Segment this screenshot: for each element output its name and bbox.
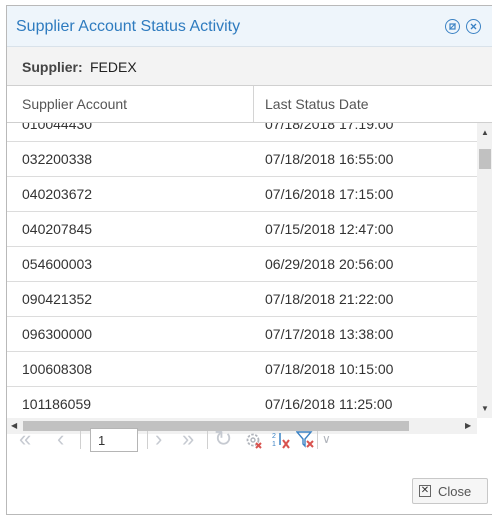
prev-page-icon[interactable]: ‹: [57, 428, 64, 450]
cell-supplier-account: 040203672: [22, 186, 93, 202]
svg-text:2: 2: [272, 433, 276, 440]
grid-body: 010044430 07/18/2018 17:19:00 032200338 …: [7, 123, 477, 418]
cell-last-status-date: 07/16/2018 11:25:00: [265, 396, 393, 412]
close-icon: ✕: [419, 485, 431, 497]
settings-icon[interactable]: [244, 431, 264, 456]
table-row[interactable]: 040203672 07/16/2018 17:15:00: [7, 177, 477, 212]
page-number-input[interactable]: [90, 428, 138, 452]
cell-supplier-account: 090421352: [22, 291, 93, 307]
cell-last-status-date: 07/15/2018 12:47:00: [265, 221, 394, 237]
cell-supplier-account: 010044430: [22, 123, 93, 132]
close-circle-icon[interactable]: [466, 19, 481, 34]
cell-supplier-account: 101186059: [22, 396, 92, 412]
table-row[interactable]: 054600003 06/29/2018 20:56:00: [7, 247, 477, 282]
refresh-icon[interactable]: [445, 19, 460, 34]
supplier-info: Supplier: FEDEX: [7, 47, 492, 86]
dialog: Supplier Account Status Activity Supplie…: [6, 5, 492, 515]
first-page-icon[interactable]: «: [19, 428, 31, 450]
cell-supplier-account: 100608308: [22, 361, 93, 377]
more-dropdown-icon[interactable]: ∨: [322, 432, 331, 446]
grid-header: Supplier Account Last Status Date: [7, 86, 492, 123]
pager-toolbar: « ‹ › » ↻ 21 ∨: [7, 420, 492, 460]
toolbar-divider: [317, 431, 318, 449]
cell-last-status-date: 07/18/2018 10:15:00: [265, 361, 394, 377]
column-header-supplier-account[interactable]: Supplier Account: [22, 96, 127, 112]
title-bar: Supplier Account Status Activity: [7, 6, 492, 47]
cell-last-status-date: 07/18/2018 16:55:00: [265, 151, 394, 167]
cell-last-status-date: 07/17/2018 13:38:00: [265, 326, 394, 342]
last-page-icon[interactable]: »: [182, 428, 194, 450]
table-row[interactable]: 040207845 07/15/2018 12:47:00: [7, 212, 477, 247]
cell-supplier-account: 040207845: [22, 221, 93, 237]
column-header-last-status-date[interactable]: Last Status Date: [265, 96, 369, 112]
cell-last-status-date: 06/29/2018 20:56:00: [265, 256, 394, 272]
toolbar-divider: [207, 431, 208, 449]
table-row[interactable]: 010044430 07/18/2018 17:19:00: [7, 123, 477, 142]
toolbar-divider: [80, 431, 81, 449]
table-row[interactable]: 096300000 07/17/2018 13:38:00: [7, 317, 477, 352]
cell-supplier-account: 054600003: [22, 256, 93, 272]
scroll-down-arrow-icon[interactable]: ▼: [481, 404, 489, 413]
cell-last-status-date: 07/18/2018 17:19:00: [265, 123, 394, 132]
cell-last-status-date: 07/18/2018 21:22:00: [265, 291, 394, 307]
close-button[interactable]: ✕ Close: [412, 478, 488, 504]
supplier-value: FEDEX: [90, 59, 137, 75]
toolbar-divider: [147, 431, 148, 449]
supplier-label: Supplier:: [22, 59, 83, 75]
next-page-icon[interactable]: ›: [155, 428, 162, 450]
table-row[interactable]: 090421352 07/18/2018 21:22:00: [7, 282, 477, 317]
cell-last-status-date: 07/16/2018 17:15:00: [265, 186, 394, 202]
clear-filter-icon[interactable]: [295, 430, 316, 455]
refresh-icon[interactable]: ↻: [214, 428, 232, 450]
close-button-label: Close: [438, 484, 472, 499]
column-separator[interactable]: [253, 86, 254, 122]
dialog-title: Supplier Account Status Activity: [16, 18, 241, 35]
cell-supplier-account: 096300000: [22, 326, 93, 342]
svg-text:1: 1: [272, 441, 276, 448]
clear-sort-icon[interactable]: 21: [271, 430, 291, 455]
table-row[interactable]: 101186059 07/16/2018 11:25:00: [7, 387, 477, 418]
cell-supplier-account: 032200338: [22, 151, 93, 167]
table-row[interactable]: 032200338 07/18/2018 16:55:00: [7, 142, 477, 177]
vertical-scroll-thumb[interactable]: [479, 149, 491, 169]
scroll-up-arrow-icon[interactable]: ▲: [481, 128, 489, 137]
vertical-scrollbar[interactable]: ▲ ▼: [477, 123, 492, 418]
table-row[interactable]: 100608308 07/18/2018 10:15:00: [7, 352, 477, 387]
